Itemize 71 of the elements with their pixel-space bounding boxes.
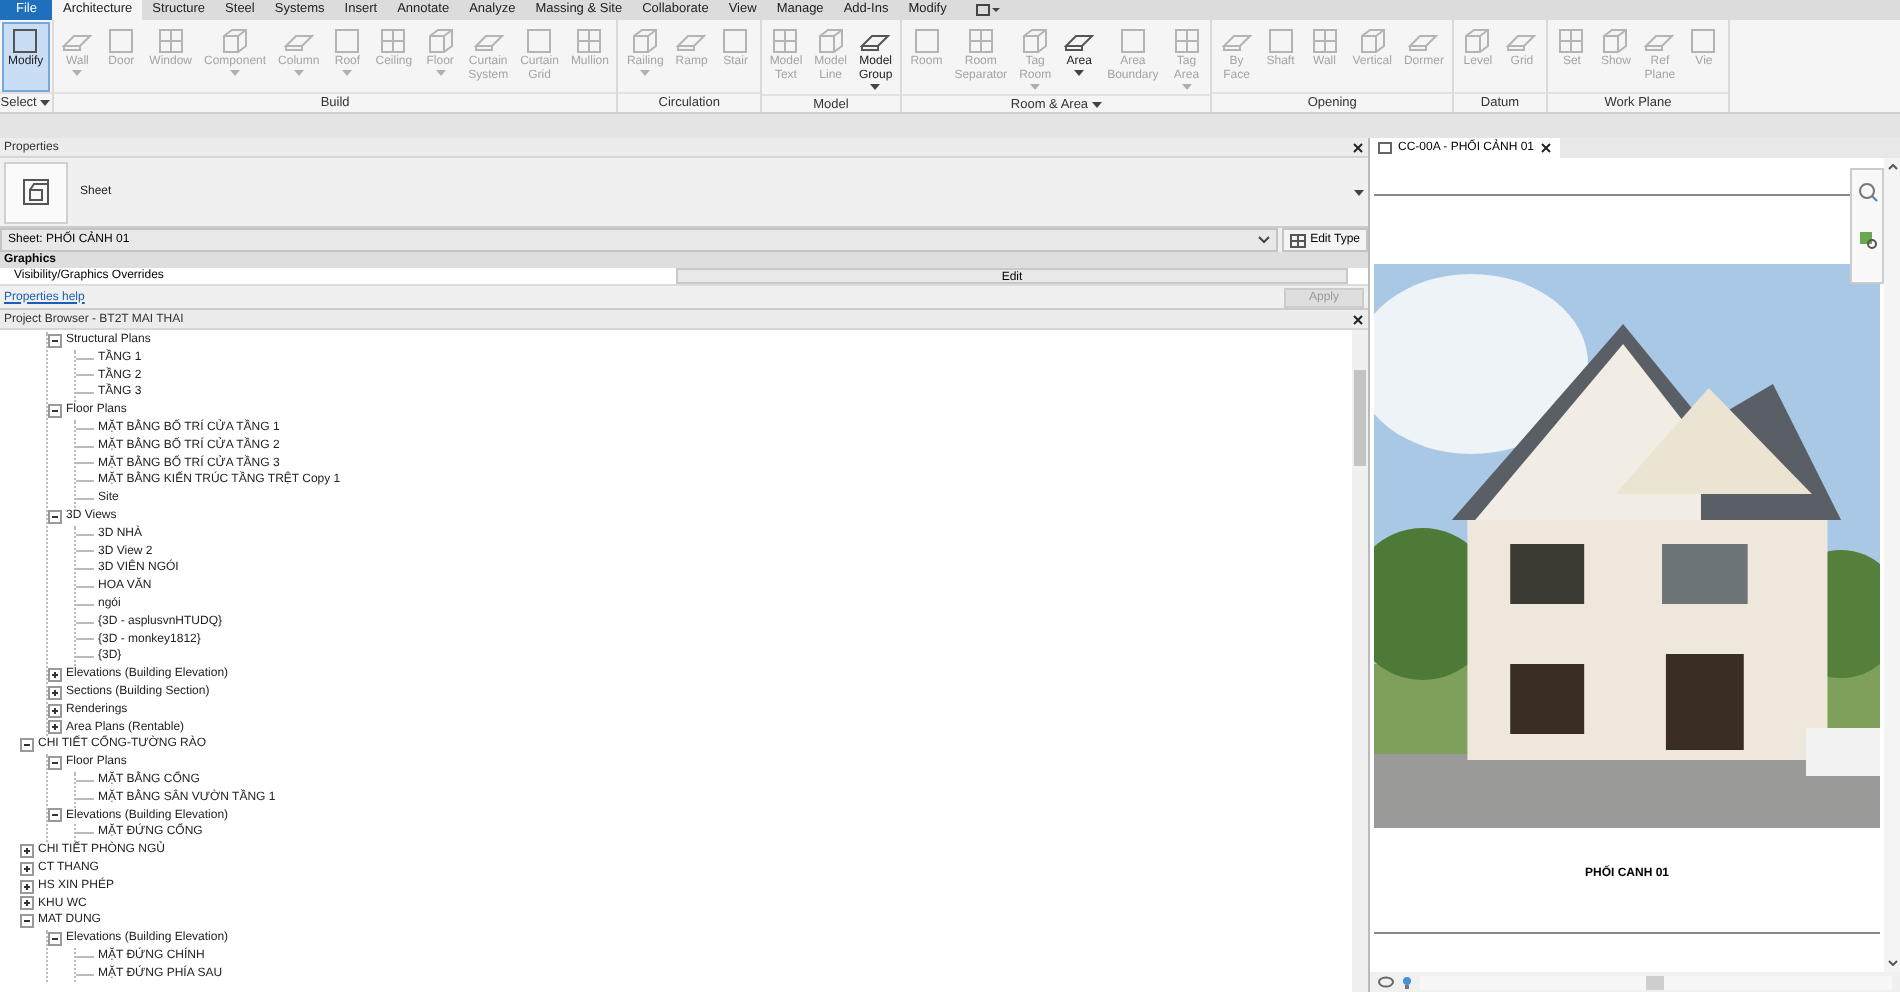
view-control-icon[interactable] — [1378, 976, 1394, 988]
frame-icon — [1265, 26, 1296, 56]
scrollbar[interactable] — [1352, 330, 1368, 992]
caret-icon — [342, 70, 353, 76]
expand-icon[interactable] — [20, 844, 34, 858]
grid-icon — [155, 26, 186, 56]
box-icon — [1357, 26, 1388, 56]
box-icon — [1600, 26, 1631, 56]
collapse-icon[interactable] — [20, 738, 34, 753]
caret-icon — [1354, 189, 1364, 195]
collapse-icon[interactable] — [20, 914, 34, 929]
grid-icon — [1309, 26, 1340, 56]
zoom-region-icon[interactable] — [1857, 230, 1877, 250]
grid-icon — [1171, 26, 1202, 56]
close-icon[interactable] — [1352, 141, 1364, 153]
close-icon[interactable] — [1352, 313, 1364, 325]
frame-icon — [524, 26, 555, 56]
horizontal-scrollbar[interactable] — [1420, 975, 1892, 989]
frame-icon — [332, 26, 363, 56]
lightbulb-icon[interactable] — [1402, 975, 1412, 989]
zoom-icon[interactable] — [1857, 182, 1877, 202]
collapse-icon[interactable] — [48, 404, 62, 419]
frame-icon — [911, 26, 942, 56]
caret-icon — [1030, 84, 1041, 90]
caret-icon — [72, 70, 83, 76]
expand-icon[interactable] — [48, 720, 62, 735]
scrollbar[interactable] — [1884, 158, 1900, 972]
close-icon[interactable] — [1540, 142, 1553, 154]
frame-icon — [106, 26, 137, 56]
box-icon — [815, 26, 846, 56]
sheet-icon — [22, 178, 50, 206]
box-icon — [1020, 26, 1051, 56]
caret-icon — [230, 70, 241, 76]
expand-icon[interactable] — [20, 879, 34, 894]
grid-icon — [378, 26, 409, 56]
caret-icon — [1181, 84, 1192, 90]
grid-icon — [1556, 26, 1587, 56]
collapse-icon[interactable] — [48, 333, 62, 348]
box-icon — [1462, 26, 1493, 56]
box-icon — [630, 26, 661, 56]
caret-icon — [1074, 70, 1085, 76]
caret-icon — [435, 70, 446, 76]
chevron-down-icon[interactable] — [1887, 960, 1897, 966]
expand-icon[interactable] — [20, 896, 34, 911]
collapse-icon[interactable] — [48, 931, 62, 946]
window-caret-icon — [976, 4, 1001, 16]
chevron-down-icon — [1258, 236, 1271, 244]
caret-icon — [870, 84, 881, 90]
collapse-icon[interactable] — [48, 756, 62, 771]
frame-icon — [1117, 26, 1148, 56]
caret-icon — [293, 70, 304, 76]
expand-icon[interactable] — [20, 861, 34, 876]
grid-icon — [574, 26, 605, 56]
box-icon — [425, 26, 456, 56]
caret-icon — [640, 70, 651, 76]
expand-icon[interactable] — [48, 668, 62, 683]
sheet-icon — [1378, 142, 1392, 154]
caret-icon — [40, 100, 51, 106]
grid-icon — [965, 26, 996, 56]
frame-icon — [720, 26, 751, 56]
frame-icon — [10, 26, 41, 56]
box-icon — [220, 26, 251, 56]
collapse-icon[interactable] — [48, 808, 62, 823]
chevron-up-icon[interactable] — [1887, 164, 1897, 170]
caret-icon — [1092, 101, 1103, 107]
collapse-icon[interactable] — [48, 509, 62, 524]
grid-icon — [770, 26, 801, 56]
expand-icon[interactable] — [48, 685, 62, 700]
grid-icon — [1290, 233, 1307, 247]
expand-icon[interactable] — [48, 703, 62, 718]
frame-icon — [1688, 26, 1719, 56]
